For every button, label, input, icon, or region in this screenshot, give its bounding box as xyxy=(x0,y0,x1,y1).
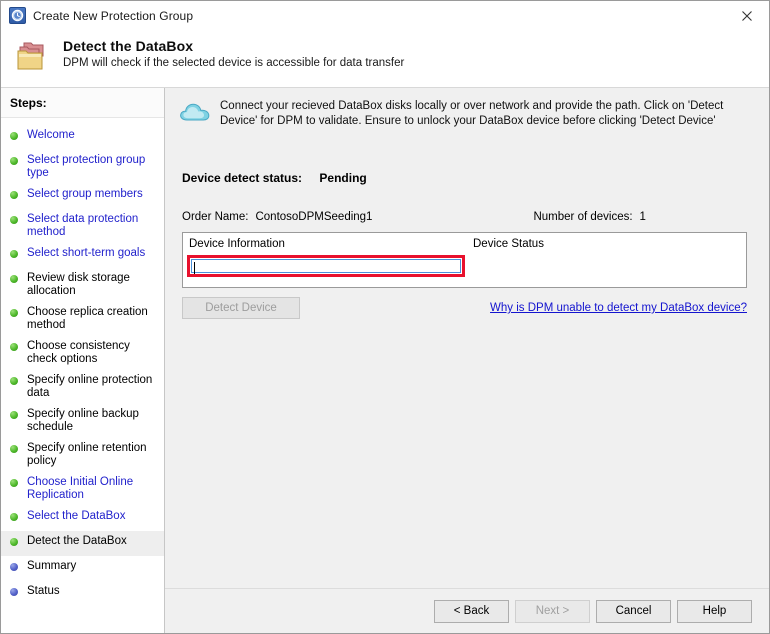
step-bullet-icon xyxy=(10,250,18,258)
help-button[interactable]: Help xyxy=(677,600,752,623)
step-label: Choose consistency check options xyxy=(27,340,158,366)
next-button[interactable]: Next > xyxy=(515,600,590,623)
step-label: Status xyxy=(27,585,60,598)
column-header-device-status: Device Status xyxy=(469,238,544,250)
steps-heading: Steps: xyxy=(1,88,164,118)
device-table: Device Information Device Status xyxy=(182,232,747,288)
steps-list: Welcome Select protection group type Sel… xyxy=(1,118,164,606)
sidebar-item-status[interactable]: Status xyxy=(1,581,164,606)
create-protection-group-dialog: Create New Protection Group Detect the D… xyxy=(0,0,770,634)
window-title: Create New Protection Group xyxy=(33,9,193,23)
page-subtitle: DPM will check if the selected device is… xyxy=(63,57,404,69)
dpm-clock-icon xyxy=(9,7,26,24)
step-label: Specify online protection data xyxy=(27,374,158,400)
device-information-cell-editor[interactable] xyxy=(187,255,465,277)
page-title: Detect the DataBox xyxy=(63,38,404,54)
cancel-button[interactable]: Cancel xyxy=(596,600,671,623)
step-bullet-icon xyxy=(10,479,18,487)
order-name-value: ContosoDPMSeeding1 xyxy=(255,211,372,223)
sidebar-item-specify-online-retention-policy[interactable]: Specify online retention policy xyxy=(1,438,164,472)
sidebar-item-summary[interactable]: Summary xyxy=(1,556,164,581)
info-text: Connect your recieved DataBox disks loca… xyxy=(220,98,747,129)
step-label: Welcome xyxy=(27,129,75,142)
detect-device-button[interactable]: Detect Device xyxy=(182,297,300,319)
device-detect-status-label: Device detect status: xyxy=(182,171,302,185)
close-icon[interactable] xyxy=(725,1,769,30)
device-detect-status-value: Pending xyxy=(319,171,366,185)
dialog-body: Steps: Welcome Select protection group t… xyxy=(1,88,769,633)
cloud-icon xyxy=(178,99,214,125)
sidebar-item-select-the-databox[interactable]: Select the DataBox xyxy=(1,506,164,531)
order-name-label: Order Name: xyxy=(182,211,248,223)
step-label: Choose replica creation method xyxy=(27,306,158,332)
step-label: Select protection group type xyxy=(27,154,158,180)
device-actions-row: Detect Device Why is DPM unable to detec… xyxy=(182,297,747,319)
sidebar-item-detect-the-databox[interactable]: Detect the DataBox xyxy=(1,531,164,556)
step-bullet-icon xyxy=(10,309,18,317)
sidebar-item-select-short-term-goals[interactable]: Select short-term goals xyxy=(1,243,164,268)
step-bullet-icon xyxy=(10,191,18,199)
step-label: Detect the DataBox xyxy=(27,535,127,548)
device-detect-status: Device detect status: Pending xyxy=(182,171,747,185)
step-label: Choose Initial Online Replication xyxy=(27,476,158,502)
order-meta-row: Order Name: ContosoDPMSeeding1 Number of… xyxy=(182,211,747,223)
step-bullet-icon xyxy=(10,343,18,351)
step-bullet-icon xyxy=(10,275,18,283)
sidebar-item-review-disk-storage-allocation[interactable]: Review disk storage allocation xyxy=(1,268,164,302)
step-label: Select data protection method xyxy=(27,213,158,239)
back-button[interactable]: < Back xyxy=(434,600,509,623)
device-count-label: Number of devices: xyxy=(533,211,632,223)
step-bullet-icon xyxy=(10,377,18,385)
device-table-header: Device Information Device Status xyxy=(183,233,746,250)
step-label: Review disk storage allocation xyxy=(27,272,158,298)
why-unable-to-detect-link[interactable]: Why is DPM unable to detect my DataBox d… xyxy=(490,302,747,314)
sidebar-item-select-data-protection-method[interactable]: Select data protection method xyxy=(1,209,164,243)
step-bullet-icon xyxy=(10,513,18,521)
step-bullet-icon xyxy=(10,132,18,140)
step-label: Select the DataBox xyxy=(27,510,125,523)
step-bullet-icon xyxy=(10,157,18,165)
column-header-device-information: Device Information xyxy=(183,238,469,250)
step-label: Specify online backup schedule xyxy=(27,408,158,434)
step-label: Select short-term goals xyxy=(27,247,145,260)
step-bullet-icon xyxy=(10,411,18,419)
step-bullet-icon xyxy=(10,588,18,596)
sidebar-item-specify-online-backup-schedule[interactable]: Specify online backup schedule xyxy=(1,404,164,438)
step-bullet-icon xyxy=(10,445,18,453)
step-label: Select group members xyxy=(27,188,143,201)
step-bullet-icon xyxy=(10,563,18,571)
sidebar-item-choose-initial-online-replication[interactable]: Choose Initial Online Replication xyxy=(1,472,164,506)
content-inner: Connect your recieved DataBox disks loca… xyxy=(165,88,769,588)
content-pane: Connect your recieved DataBox disks loca… xyxy=(165,88,769,633)
page-header: Detect the DataBox DPM will check if the… xyxy=(1,30,769,88)
sidebar-item-choose-consistency-check-options[interactable]: Choose consistency check options xyxy=(1,336,164,370)
sidebar-item-specify-online-protection-data[interactable]: Specify online protection data xyxy=(1,370,164,404)
highlight-annotation xyxy=(187,255,465,277)
step-label: Summary xyxy=(27,560,76,573)
sidebar-item-welcome[interactable]: Welcome xyxy=(1,125,164,150)
info-banner: Connect your recieved DataBox disks loca… xyxy=(174,96,747,129)
dialog-footer: < Back Next > Cancel Help xyxy=(165,589,769,633)
step-bullet-icon xyxy=(10,216,18,224)
folders-icon xyxy=(15,40,51,74)
title-bar: Create New Protection Group xyxy=(1,1,769,30)
step-label: Specify online retention policy xyxy=(27,442,158,468)
step-bullet-icon xyxy=(10,538,18,546)
sidebar-item-select-protection-group-type[interactable]: Select protection group type xyxy=(1,150,164,184)
steps-sidebar: Steps: Welcome Select protection group t… xyxy=(1,88,165,633)
device-count-value: 1 xyxy=(640,211,646,223)
sidebar-item-select-group-members[interactable]: Select group members xyxy=(1,184,164,209)
sidebar-item-choose-replica-creation-method[interactable]: Choose replica creation method xyxy=(1,302,164,336)
